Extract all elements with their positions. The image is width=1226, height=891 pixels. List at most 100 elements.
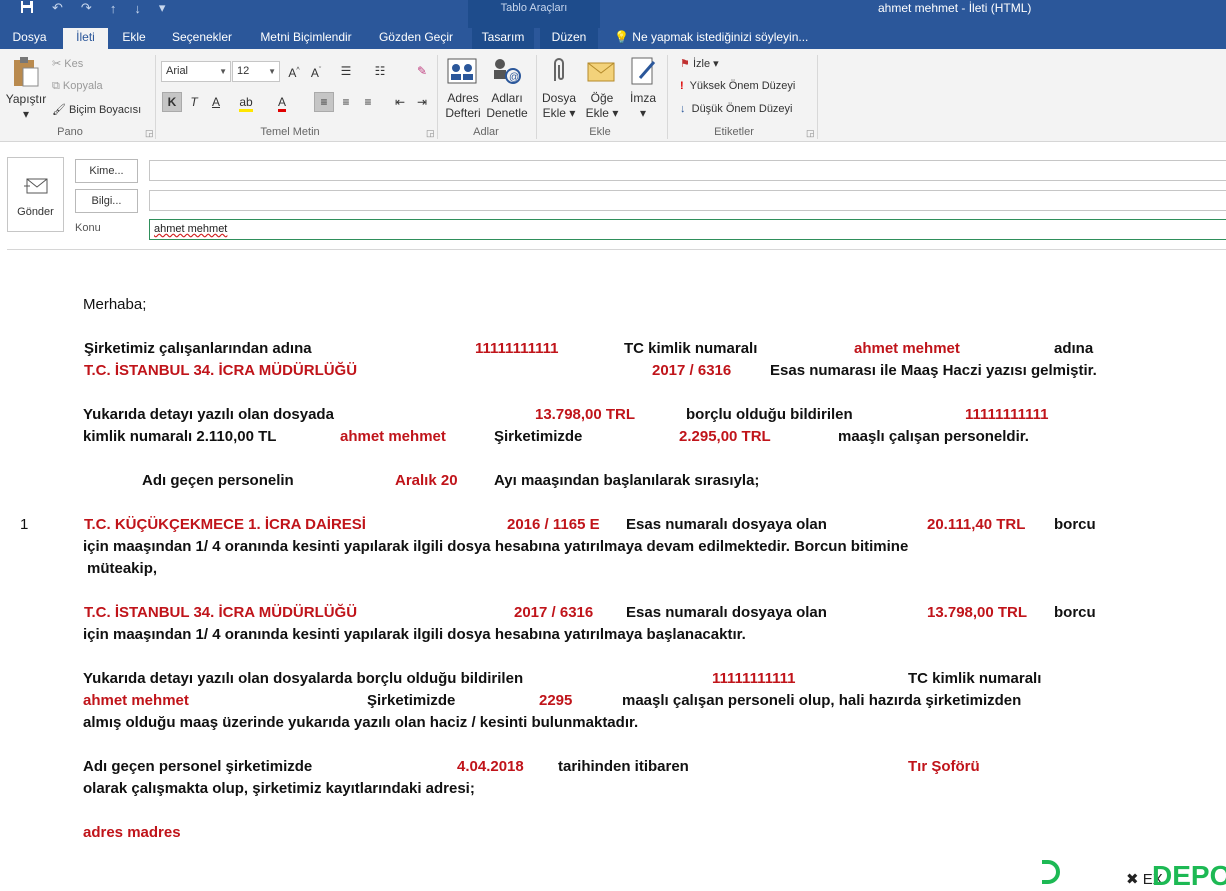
body-text: TC kimlik numaralı (908, 670, 1042, 687)
body-text: Adı geçen personelin (142, 472, 294, 489)
redo-icon[interactable]: ↷ (81, 0, 92, 16)
watermark-logo: ✖ EX DEPO (1040, 858, 1226, 891)
brush-icon: 🖌 (52, 104, 66, 116)
start-date: 4.04.2018 (457, 758, 524, 775)
high-importance-button[interactable]: ! Yüksek Önem Düzeyi (680, 80, 795, 92)
font-name-combo[interactable]: Arial ▼ (161, 61, 231, 82)
tab-metni-bicimlendir[interactable]: Metni Biçimlendir (250, 28, 362, 49)
align-left-icon[interactable]: ≡ (314, 92, 334, 112)
save-icon[interactable] (20, 0, 34, 17)
tab-secenekler[interactable]: Seçenekler (164, 28, 240, 49)
svg-text:DEPO: DEPO (1152, 860, 1226, 886)
enforcement-office: T.C. İSTANBUL 34. İCRA MÜDÜRLÜĞÜ (84, 362, 358, 379)
numbering-icon[interactable]: ☷ (370, 61, 390, 81)
tab-duzen[interactable]: Düzen (540, 28, 598, 49)
body-text: Esas numaralı dosyaya olan (626, 516, 827, 533)
grow-font-icon[interactable]: A^ (284, 61, 304, 81)
debt-amount: 20.111,40 TRL (927, 516, 1026, 533)
cut-button[interactable]: ✂ Kes (52, 57, 83, 70)
body-text: tarihinden itibaren (558, 758, 689, 775)
tab-gozden-gecir[interactable]: Gözden Geçir (372, 28, 460, 49)
envelope-attach-icon[interactable] (586, 57, 616, 90)
clear-formatting-icon[interactable]: ✎ (412, 61, 432, 81)
font-color-icon[interactable]: A (272, 92, 292, 112)
signature-icon[interactable] (630, 56, 658, 91)
tab-ileti[interactable]: İleti (63, 28, 108, 49)
bold-button[interactable]: K (162, 92, 182, 112)
dialog-launcher-icon[interactable]: ◲ (145, 128, 154, 139)
body-text: Yukarıda detayı yazılı olan dosyada (83, 406, 334, 423)
to-field[interactable] (149, 160, 1226, 181)
body-text: borcu (1054, 516, 1096, 533)
body-text: Şirketimizde (494, 428, 583, 445)
item-number: 1 (20, 516, 29, 533)
send-button[interactable] (7, 157, 64, 232)
subject-label: Konu (75, 222, 101, 234)
paste-button[interactable]: Yapıştır ▾ (4, 92, 48, 122)
underline-button[interactable]: A (206, 92, 226, 112)
subject-field[interactable]: ahmet mehmet (149, 219, 1226, 240)
align-right-icon[interactable]: ≡ (358, 92, 378, 112)
italic-button[interactable]: T (184, 92, 204, 112)
font-size-combo[interactable]: 12 ▼ (232, 61, 280, 82)
dialog-launcher-icon[interactable]: ◲ (806, 128, 815, 139)
exclamation-icon: ! (680, 80, 684, 92)
salary-amount: 2295 (539, 692, 573, 709)
paperclip-icon[interactable] (549, 57, 569, 90)
scissors-icon: ✂ (52, 58, 62, 70)
title-bar (0, 0, 1226, 28)
customize-qat-icon[interactable]: ▾ (159, 0, 166, 16)
svg-text:@: @ (509, 72, 519, 83)
bullets-icon[interactable]: ☰ (336, 61, 356, 81)
body-text: Yukarıda detayı yazılı olan dosyalarda b… (83, 670, 524, 687)
body-text: Şirketimizde (367, 692, 456, 709)
decrease-indent-icon[interactable]: ⇤ (390, 92, 410, 112)
send-label: Gönder (17, 206, 54, 218)
increase-indent-icon[interactable]: ⇥ (412, 92, 432, 112)
low-importance-button[interactable]: ↓ Düşük Önem Düzeyi (680, 103, 793, 115)
tab-tasarim[interactable]: Tasarım (472, 28, 534, 49)
greeting: Merhaba; (83, 296, 147, 313)
tell-me-search[interactable]: 💡 Ne yapmak istediğinizi söyleyin... (614, 28, 808, 49)
address-book-icon[interactable] (447, 57, 477, 90)
employee-address: adres madres (83, 824, 181, 841)
format-painter-button[interactable]: 🖌 Biçim Boyacısı (52, 103, 141, 116)
group-separator (817, 55, 818, 139)
follow-up-button[interactable]: ⚑ İzle ▾ (680, 57, 719, 70)
tab-dosya[interactable]: Dosya (0, 28, 59, 49)
signature-button[interactable]: İmza ▾ (624, 91, 662, 121)
group-separator (667, 55, 668, 139)
check-names-icon[interactable]: @ (491, 57, 521, 90)
address-book-button[interactable]: Adres Defteri (441, 91, 485, 121)
body-text: için maaşından 1/ 4 oranında kesinti yap… (83, 538, 909, 555)
employee-name: ahmet mehmet (854, 340, 960, 357)
dialog-launcher-icon[interactable]: ◲ (426, 128, 435, 139)
undo-icon[interactable]: ↶ (52, 0, 63, 16)
shrink-font-icon[interactable]: Aˇ (306, 61, 326, 81)
body-text: adına (1054, 340, 1094, 357)
body-text: müteakip, (87, 560, 158, 577)
group-label-pano: Pano (57, 126, 83, 138)
align-center-icon[interactable]: ≡ (336, 92, 356, 112)
copy-button[interactable]: ⧉ Kopyala (52, 80, 103, 93)
down-arrow-icon[interactable]: ↓ (134, 1, 141, 16)
up-arrow-icon[interactable]: ↑ (110, 1, 117, 16)
window-title: ahmet mehmet - İleti (HTML) (878, 1, 1032, 15)
group-separator (155, 55, 156, 139)
group-label-temel-metin: Temel Metin (260, 126, 320, 138)
cc-field[interactable] (149, 190, 1226, 211)
start-month: Aralık 20 (395, 472, 458, 489)
highlight-icon[interactable]: ab (236, 92, 256, 112)
body-text: maaşlı çalışan personeldir. (838, 428, 1029, 445)
cc-button[interactable]: Bilgi... (75, 189, 138, 213)
attach-file-button[interactable]: Dosya Ekle ▾ (538, 91, 580, 121)
paste-icon[interactable] (12, 56, 40, 93)
file-number: 2017 / 6316 (652, 362, 732, 379)
to-button[interactable]: Kime... (75, 159, 138, 183)
employee-name: ahmet mehmet (83, 692, 189, 709)
body-text: maaşlı çalışan personeli olup, hali hazı… (622, 692, 1022, 709)
attach-item-button[interactable]: Öğe Ekle ▾ (582, 91, 622, 121)
check-names-button[interactable]: Adları Denetle (484, 91, 530, 121)
body-text: borcu (1054, 604, 1096, 621)
tab-ekle[interactable]: Ekle (112, 28, 156, 49)
